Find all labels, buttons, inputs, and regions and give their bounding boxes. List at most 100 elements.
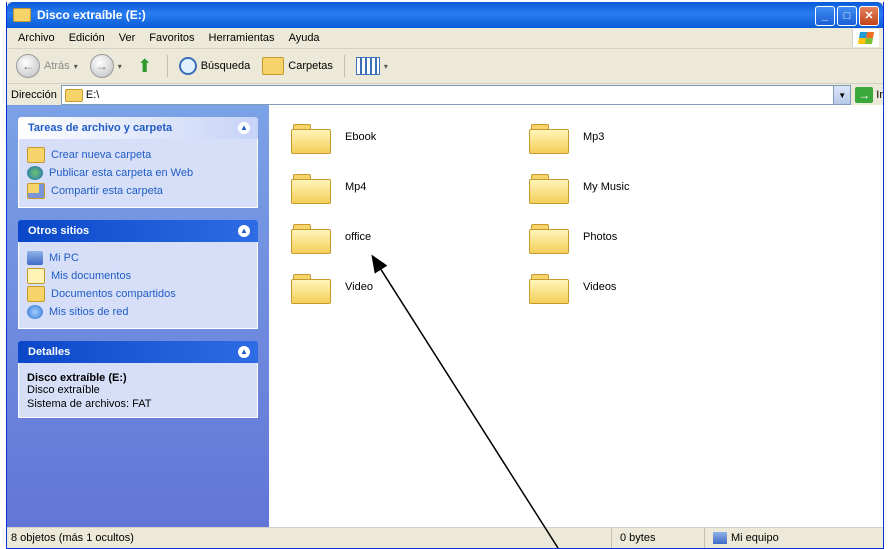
place-label: Mis sitios de red [49,306,129,318]
folder-icon [291,221,331,254]
search-button[interactable]: Búsqueda [176,53,254,79]
other-places-panel: Otros sitios ▲ Mi PC Mis documentos Docu… [18,220,258,329]
folder-item[interactable]: Videos [529,271,617,304]
collapse-chevron-icon[interactable]: ▲ [238,225,250,237]
toolbar: ← Atrás ▾ → ▾ ⬆ Búsqueda Carpetas ▾ [7,49,883,84]
place-label: Documentos compartidos [51,288,176,300]
folders-label: Carpetas [288,60,333,72]
forward-dropdown-icon[interactable]: ▾ [118,62,122,71]
details-type: Disco extraíble [27,384,100,396]
address-value: E:\ [85,89,100,101]
back-button[interactable]: ← Atrás ▾ [13,53,81,79]
back-dropdown-icon[interactable]: ▾ [74,62,78,71]
file-tasks-panel: Tareas de archivo y carpeta ▲ Crear nuev… [18,117,258,208]
details-filesystem: Sistema de archivos: FAT [27,398,152,410]
back-label: Atrás [44,60,70,72]
folder-item[interactable]: Mp3 [529,121,605,154]
place-mi-pc[interactable]: Mi PC [27,249,249,267]
other-places-header[interactable]: Otros sitios ▲ [18,220,258,242]
task-share-folder[interactable]: Compartir esta carpeta [27,182,249,200]
forward-button[interactable]: → ▾ [87,53,125,79]
address-label: Dirección [11,89,57,101]
address-input[interactable]: E:\ ▼ [60,85,852,105]
collapse-chevron-icon[interactable]: ▲ [238,346,250,358]
status-size: 0 bytes [612,528,705,548]
content-area: Tareas de archivo y carpeta ▲ Crear nuev… [7,105,883,528]
views-dropdown-icon[interactable]: ▾ [384,62,388,71]
place-label: Mi PC [49,252,79,264]
folder-icon [529,271,569,304]
up-button[interactable]: ⬆ [131,53,159,79]
folder-item[interactable]: Mp4 [291,171,367,204]
details-title: Detalles [28,346,71,358]
folder-name: Videos [583,281,617,293]
menu-edicion[interactable]: Edición [62,32,112,44]
menu-archivo[interactable]: Archivo [11,32,62,44]
details-panel: Detalles ▲ Disco extraíble (E:) Disco ex… [18,341,258,418]
search-icon [178,57,197,75]
folder-icon [291,121,331,154]
menu-herramientas[interactable]: Herramientas [202,32,282,44]
views-button[interactable]: ▾ [353,53,391,79]
go-label: Ir [876,89,883,101]
status-bar: 8 objetos (más 1 ocultos) 0 bytes Mi equ… [7,527,883,548]
folder-name: office [345,231,372,243]
close-button[interactable]: ✕ [859,6,879,26]
window-controls: _ □ ✕ [815,6,879,26]
task-publish-web[interactable]: Publicar esta carpeta en Web [27,164,249,182]
window-title: Disco extraíble (E:) [37,8,146,22]
task-pane: Tareas de archivo y carpeta ▲ Crear nuev… [7,105,269,528]
folders-button[interactable]: Carpetas [259,53,336,79]
folder-item[interactable]: My Music [529,171,629,204]
computer-icon [713,532,727,544]
go-arrow-icon: → [855,87,874,103]
drive-folder-icon [13,8,31,22]
maximize-button[interactable]: □ [837,6,857,26]
details-header[interactable]: Detalles ▲ [18,341,258,363]
file-tasks-title: Tareas de archivo y carpeta [28,122,173,134]
documents-icon [27,268,45,284]
folder-name: Video [345,281,373,293]
place-documentos-compartidos[interactable]: Documentos compartidos [27,285,249,303]
folder-name: Mp3 [583,131,605,143]
minimize-button[interactable]: _ [815,6,835,26]
folder-name: Mp4 [345,181,367,193]
folder-item[interactable]: Video [291,271,373,304]
folders-icon [262,57,285,75]
address-dropdown-icon[interactable]: ▼ [833,86,851,104]
windows-flag-icon [857,32,875,44]
menu-favoritos[interactable]: Favoritos [142,32,201,44]
collapse-chevron-icon[interactable]: ▲ [238,122,250,134]
task-new-folder[interactable]: Crear nueva carpeta [27,146,249,164]
place-sitios-de-red[interactable]: Mis sitios de red [27,303,249,321]
folder-item[interactable]: Photos [529,221,618,254]
new-folder-icon [27,147,45,163]
folder-icon [529,171,569,204]
folder-item[interactable]: office [291,221,372,254]
share-folder-icon [27,183,45,199]
search-label: Búsqueda [200,60,251,72]
folder-name: Photos [583,231,618,243]
views-icon [355,57,380,75]
menu-ayuda[interactable]: Ayuda [282,32,327,44]
place-label: Mis documentos [51,270,132,282]
address-folder-icon [64,88,83,102]
menu-bar: Archivo Edición Ver Favoritos Herramient… [7,28,883,49]
file-tasks-header[interactable]: Tareas de archivo y carpeta ▲ [18,117,258,139]
menu-ver[interactable]: Ver [112,32,143,44]
address-bar: Dirección E:\ ▼ → Ir [7,84,883,107]
globe-icon [27,166,43,180]
title-bar[interactable]: Disco extraíble (E:) _ □ ✕ [7,2,883,28]
status-count: 8 objetos (más 1 ocultos) [7,528,612,548]
place-mis-documentos[interactable]: Mis documentos [27,267,249,285]
folder-name: Ebook [345,131,377,143]
toolbar-separator [166,55,168,77]
windows-logo [852,29,879,47]
go-button[interactable]: → Ir [855,87,883,103]
folder-item[interactable]: Ebook [291,121,377,154]
file-list: Ebook Mp3 Mp4 My Music office Photos Vid… [269,105,883,528]
folder-icon [291,271,331,304]
task-label: Crear nueva carpeta [51,149,152,161]
network-icon [27,305,43,319]
task-label: Compartir esta carpeta [51,185,163,197]
